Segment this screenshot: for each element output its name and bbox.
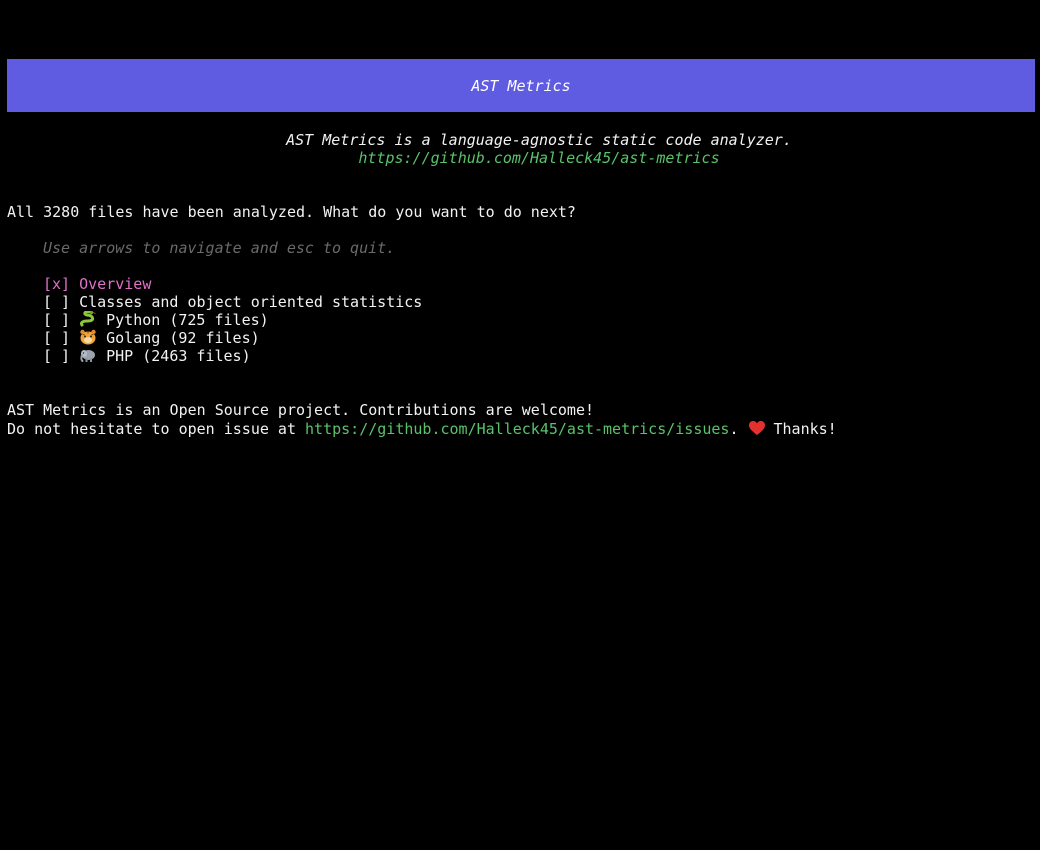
menu-item-label: Overview: [79, 275, 152, 293]
menu-item-label: PHP (2463 files): [106, 347, 251, 365]
analysis-question: All 3280 files have been analyzed. What …: [7, 203, 576, 221]
issues-prefix: Do not hesitate to open issue at: [7, 420, 306, 438]
intro-block: AST Metrics is a language-agnostic stati…: [0, 131, 1040, 167]
menu-item-checkbox[interactable]: [ ]: [43, 293, 70, 311]
gopher-icon: [80, 329, 96, 345]
repo-link[interactable]: https://github.com/Halleck45/ast-metrics: [0, 149, 1040, 167]
menu-item-checkbox[interactable]: [ ]: [43, 311, 70, 329]
menu-item-label: Golang (92 files): [106, 329, 260, 347]
navigation-hint: Use arrows to navigate and esc to quit.: [43, 239, 396, 257]
app-title: AST Metrics: [471, 76, 571, 95]
intro-tagline: AST Metrics is a language-agnostic stati…: [286, 131, 792, 149]
snake-icon: [80, 311, 96, 327]
title-banner: AST Metrics: [7, 59, 1035, 112]
open-source-notice: AST Metrics is an Open Source project. C…: [7, 401, 594, 419]
menu-item-golang[interactable]: [ ] Golang (92 files): [43, 329, 422, 347]
action-menu: [x] Overview [ ] Classes and object orie…: [43, 275, 422, 365]
elephant-icon: [80, 350, 96, 362]
issues-suffix: .: [729, 420, 739, 438]
heart-icon: [748, 421, 765, 435]
issues-notice: Do not hesitate to open issue at https:/…: [7, 420, 837, 438]
menu-item-checkbox[interactable]: [x]: [43, 275, 70, 293]
menu-item-label: Classes and object oriented statistics: [79, 293, 423, 311]
menu-item-label: Python (725 files): [106, 311, 269, 329]
menu-item-classes[interactable]: [ ] Classes and object oriented statisti…: [43, 293, 422, 311]
menu-item-python[interactable]: [ ] Python (725 files): [43, 311, 422, 329]
menu-item-checkbox[interactable]: [ ]: [43, 329, 70, 347]
menu-item-checkbox[interactable]: [ ]: [43, 347, 70, 365]
menu-item-overview[interactable]: [x] Overview: [43, 275, 422, 293]
issues-link[interactable]: https://github.com/Halleck45/ast-metrics…: [305, 420, 729, 438]
thanks-text: Thanks!: [773, 420, 837, 438]
menu-item-php[interactable]: [ ] PHP (2463 files): [43, 347, 422, 365]
